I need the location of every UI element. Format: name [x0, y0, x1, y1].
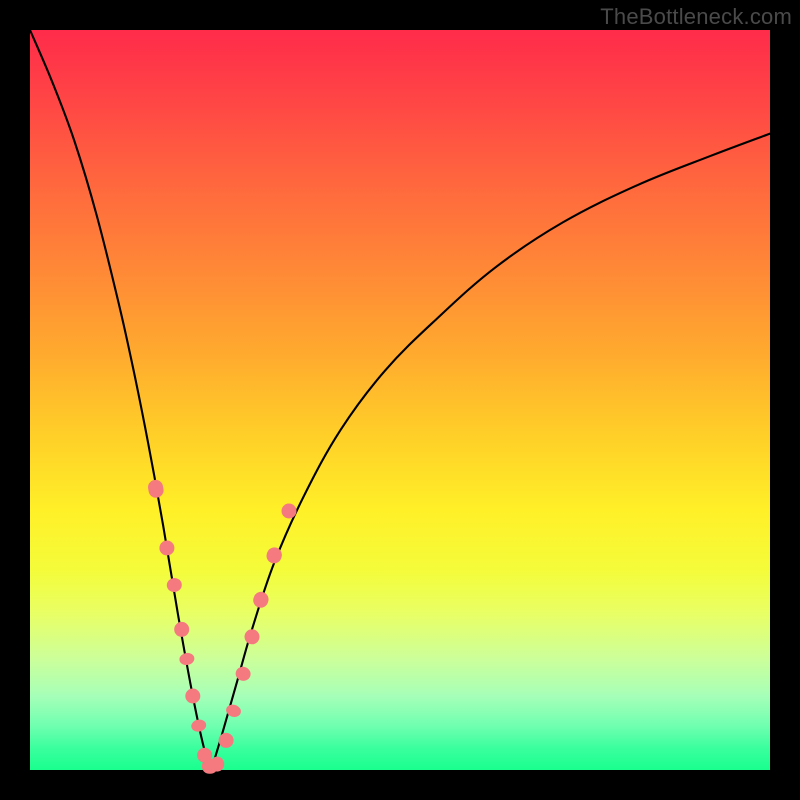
data-marker	[147, 479, 165, 499]
data-marker	[174, 622, 189, 637]
plot-area	[30, 30, 770, 770]
curve-group	[30, 30, 770, 770]
data-marker	[185, 689, 200, 704]
data-marker	[166, 577, 183, 593]
chart-frame: TheBottleneck.com	[0, 0, 800, 800]
chart-svg	[30, 30, 770, 770]
data-marker	[245, 629, 260, 644]
watermark-text: TheBottleneck.com	[600, 4, 792, 30]
data-marker	[282, 504, 297, 519]
marker-group	[147, 479, 297, 774]
data-marker	[210, 757, 224, 772]
curve-right-branch	[211, 134, 770, 770]
data-marker	[219, 733, 234, 748]
data-marker	[178, 652, 195, 666]
data-marker	[190, 718, 207, 733]
data-marker	[159, 541, 174, 556]
data-marker	[251, 590, 270, 610]
